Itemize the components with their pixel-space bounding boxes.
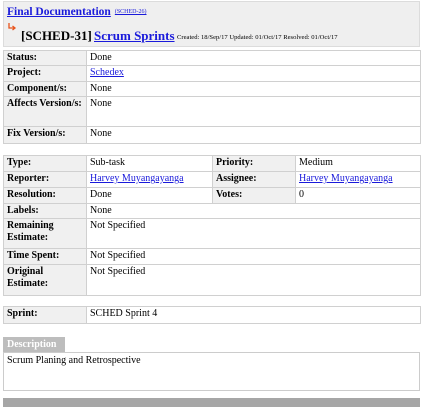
subtask-arrow-icon: [7, 22, 17, 32]
resolution-value: Done: [86, 187, 213, 204]
fix-version-value: None: [86, 126, 421, 144]
issue-header: Final Documentation (SCHED-26) [SCHED-31]…: [3, 1, 420, 47]
time-spent-value: Not Specified: [86, 248, 421, 265]
time-spent-label: Time Spent:: [3, 248, 87, 265]
parent-issue-key-link[interactable]: (SCHED-26): [115, 9, 147, 15]
fix-version-row: Fix Version/s: None: [3, 126, 421, 144]
issue-page: Final Documentation (SCHED-26) [SCHED-31]…: [0, 0, 430, 414]
issue-summary-link[interactable]: Scrum Sprints: [94, 28, 175, 44]
status-row: Status: Done: [3, 50, 421, 66]
reporter-link[interactable]: Harvey Muyangayanga: [90, 173, 184, 184]
assignee-cell: Harvey Muyangayanga: [295, 171, 421, 188]
resolution-row: Resolution: Done Votes: 0: [3, 187, 421, 204]
reporter-cell: Harvey Muyangayanga: [86, 171, 213, 188]
sprint-label: Sprint:: [3, 306, 87, 324]
issue-dates: Created: 18/Sep/17 Updated: 01/Oct/17 Re…: [177, 34, 338, 41]
original-estimate-label: Original Estimate:: [3, 264, 87, 296]
people-table: Type: Sub-task Priority: Medium Reporter…: [3, 155, 421, 296]
project-link[interactable]: Schedex: [90, 67, 124, 78]
assignee-link[interactable]: Harvey Muyangayanga: [299, 173, 393, 184]
affects-version-value: None: [86, 96, 421, 127]
remaining-estimate-value: Not Specified: [86, 218, 421, 249]
project-cell: Schedex: [86, 65, 421, 82]
project-label: Project:: [3, 65, 87, 82]
affects-version-row: Affects Version/s: None: [3, 96, 421, 127]
labels-value: None: [86, 203, 421, 219]
components-value: None: [86, 81, 421, 97]
status-value: Done: [86, 50, 421, 66]
remaining-estimate-row: Remaining Estimate: Not Specified: [3, 218, 421, 249]
original-estimate-row: Original Estimate: Not Specified: [3, 264, 421, 296]
description-header: Description: [3, 337, 65, 352]
time-spent-row: Time Spent: Not Specified: [3, 248, 421, 265]
fix-version-label: Fix Version/s:: [3, 126, 87, 144]
remaining-estimate-label: Remaining Estimate:: [3, 218, 87, 249]
reporter-label: Reporter:: [3, 171, 87, 188]
priority-value: Medium: [295, 155, 421, 172]
components-row: Component/s: None: [3, 81, 421, 97]
sprint-row: Sprint: SCHED Sprint 4: [3, 306, 421, 324]
parent-issue-link[interactable]: Final Documentation: [7, 6, 111, 18]
components-label: Component/s:: [3, 81, 87, 97]
issue-key: [SCHED-31]: [21, 28, 92, 43]
labels-label: Labels:: [3, 203, 87, 219]
votes-label: Votes:: [212, 187, 296, 204]
parent-issue-line: Final Documentation (SCHED-26): [7, 6, 147, 18]
assignee-label: Assignee:: [212, 171, 296, 188]
project-row: Project: Schedex: [3, 65, 421, 82]
resolution-label: Resolution:: [3, 187, 87, 204]
description-body: Scrum Planing and Retrospective: [3, 352, 420, 391]
reporter-row: Reporter: Harvey Muyangayanga Assignee: …: [3, 171, 421, 188]
votes-value: 0: [295, 187, 421, 204]
priority-label: Priority:: [212, 155, 296, 172]
type-value: Sub-task: [86, 155, 213, 172]
footer-bar: [3, 398, 420, 407]
details-table: Status: Done Project: Schedex Component/…: [3, 50, 421, 144]
sprint-value: SCHED Sprint 4: [86, 306, 421, 324]
affects-version-label: Affects Version/s:: [3, 96, 87, 127]
sprint-table: Sprint: SCHED Sprint 4: [3, 306, 421, 324]
original-estimate-value: Not Specified: [86, 264, 421, 296]
type-row: Type: Sub-task Priority: Medium: [3, 155, 421, 172]
status-label: Status:: [3, 50, 87, 66]
labels-row: Labels: None: [3, 203, 421, 219]
type-label: Type:: [3, 155, 87, 172]
